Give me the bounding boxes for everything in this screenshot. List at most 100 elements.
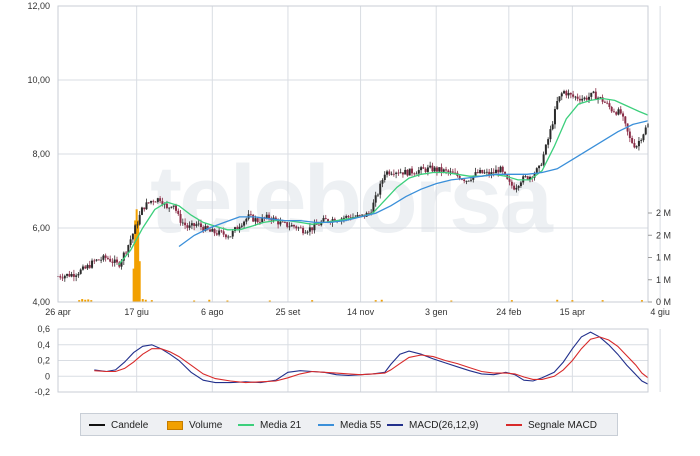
macd-tick-label: -0,2 bbox=[34, 387, 50, 397]
watermark: teleborsa bbox=[150, 146, 556, 253]
legend-label: MACD(26,12,9) bbox=[409, 419, 479, 431]
candle-body bbox=[181, 222, 184, 224]
candle-body bbox=[392, 173, 395, 175]
candle-body bbox=[411, 168, 413, 174]
candle-body bbox=[599, 97, 602, 99]
candle-body bbox=[563, 91, 566, 94]
candle-body bbox=[224, 234, 227, 238]
candle-body bbox=[583, 97, 586, 99]
candle-body bbox=[540, 164, 543, 166]
volume-bar bbox=[138, 261, 141, 302]
candle-body bbox=[644, 127, 647, 135]
candle-body bbox=[440, 167, 443, 172]
candle-body bbox=[515, 187, 518, 190]
candle-body bbox=[517, 185, 520, 188]
legend-swatch bbox=[238, 424, 254, 426]
candle-body bbox=[281, 221, 284, 223]
candle-body bbox=[408, 168, 411, 176]
candle-body bbox=[635, 146, 638, 148]
candle-body bbox=[569, 92, 572, 95]
candle-body bbox=[238, 226, 241, 229]
candle-body bbox=[494, 169, 497, 174]
volume-tick-label: 2 M bbox=[656, 230, 671, 240]
candle-body bbox=[560, 93, 563, 97]
candle-body bbox=[179, 213, 182, 223]
price-tick-label: 4,00 bbox=[32, 297, 50, 307]
volume-tick-label: 2 M bbox=[656, 208, 671, 218]
candle-body bbox=[497, 169, 500, 173]
candle-body bbox=[581, 98, 584, 101]
legend: Candele Volume Media 21 Media 55 MACD(26,12,… bbox=[80, 413, 618, 436]
candle-body bbox=[199, 223, 202, 227]
candle-body bbox=[449, 171, 452, 173]
candle-body bbox=[227, 236, 230, 238]
candle-body bbox=[524, 176, 527, 178]
candle-body bbox=[249, 214, 252, 216]
candle-body bbox=[140, 207, 143, 215]
candle-body bbox=[231, 231, 234, 237]
candle-body bbox=[628, 131, 631, 139]
candle-body bbox=[317, 224, 320, 226]
chart-canvas: teleborsa 4,00 6,00 8,00 10,00 12,00 26 apr 17… bbox=[27, 1, 671, 397]
legend-item: Media 21 bbox=[238, 418, 301, 432]
candle-body bbox=[283, 221, 286, 223]
candle-body bbox=[590, 92, 593, 97]
candle-body bbox=[499, 166, 502, 173]
candle-body bbox=[236, 227, 239, 229]
candle-body bbox=[322, 218, 325, 222]
candle-body bbox=[150, 200, 153, 203]
candle-body bbox=[59, 276, 62, 278]
candle-body bbox=[197, 223, 200, 225]
stock-chart: teleborsa 4,00 6,00 8,00 10,00 12,00 26 apr 17… bbox=[0, 0, 700, 451]
candle-body bbox=[572, 94, 575, 97]
candle-body bbox=[145, 202, 148, 210]
candle-body bbox=[413, 173, 416, 175]
candle-body bbox=[88, 265, 91, 268]
candle-body bbox=[290, 225, 293, 227]
candle-body bbox=[295, 226, 298, 229]
candle-body bbox=[297, 227, 300, 229]
candle-body bbox=[424, 168, 427, 172]
candle-body bbox=[574, 96, 577, 98]
legend-item: Segnale MACD bbox=[506, 418, 597, 432]
candle-body bbox=[104, 255, 107, 258]
x-tick-label: 24 feb bbox=[496, 307, 521, 317]
candle-body bbox=[188, 225, 191, 228]
legend-item: MACD(26,12,9) bbox=[387, 418, 478, 432]
candle-body bbox=[606, 102, 609, 104]
candle-body bbox=[143, 207, 146, 210]
candle-body bbox=[565, 91, 568, 96]
legend-item: Media 55 bbox=[318, 418, 381, 432]
legend-swatch bbox=[89, 424, 105, 426]
candle-body bbox=[479, 170, 482, 173]
candle-body bbox=[379, 183, 382, 195]
candle-body bbox=[75, 275, 78, 277]
candle-body bbox=[95, 259, 98, 261]
candle-body bbox=[136, 224, 139, 226]
candle-body bbox=[213, 229, 216, 234]
candle-body bbox=[304, 232, 307, 234]
candle-body bbox=[184, 222, 187, 226]
candle-body bbox=[116, 259, 118, 263]
candle-body bbox=[70, 274, 73, 277]
candle-body bbox=[438, 167, 441, 172]
candle-body bbox=[193, 223, 196, 226]
candle-body bbox=[470, 179, 472, 181]
volume-tick-label: 1 M bbox=[656, 253, 671, 263]
candle-body bbox=[481, 170, 484, 174]
candle-body bbox=[361, 214, 364, 216]
candle-body bbox=[125, 252, 128, 254]
candle-body bbox=[501, 166, 504, 172]
candle-body bbox=[640, 140, 643, 141]
candle-body bbox=[358, 215, 361, 216]
candle-body bbox=[483, 172, 486, 174]
candle-body bbox=[68, 273, 71, 277]
candle-body bbox=[86, 265, 89, 269]
candle-body bbox=[467, 180, 470, 182]
candle-body bbox=[390, 173, 393, 175]
candle-body bbox=[429, 165, 432, 168]
candle-body bbox=[175, 205, 177, 211]
candle-body bbox=[268, 214, 271, 219]
candle-body bbox=[342, 217, 345, 219]
candle-body bbox=[519, 182, 522, 186]
